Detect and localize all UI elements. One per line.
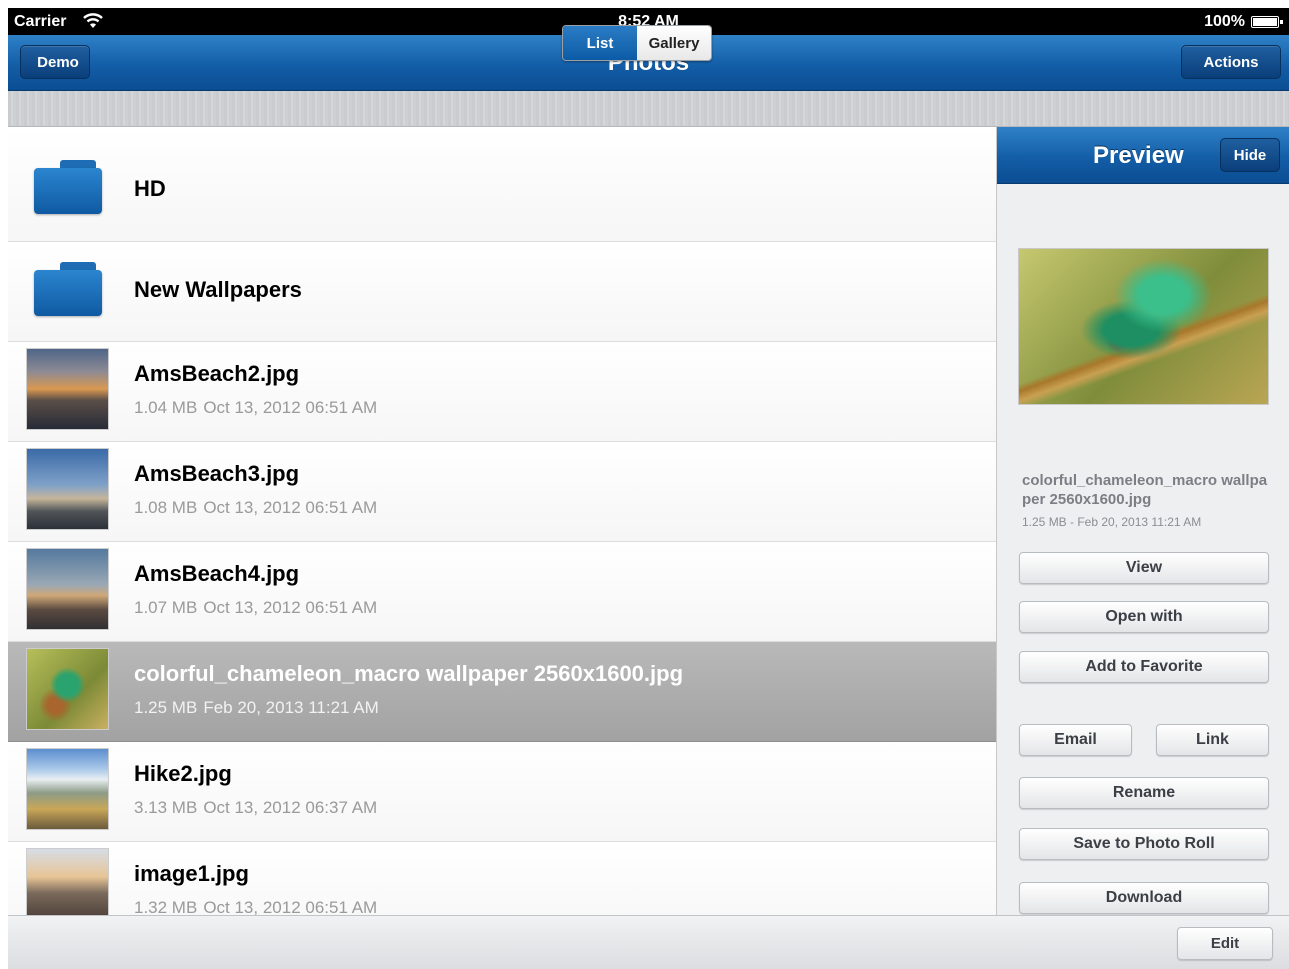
list-item-file-selected[interactable]: colorful_chameleon_macro wallpaper 2560x… (8, 642, 996, 742)
file-size: 1.25 MB (134, 698, 198, 717)
item-meta: 1.25 MB Feb 20, 2013 11:21 AM (134, 698, 379, 718)
preview-header: Preview Hide (997, 127, 1289, 184)
segment-gallery[interactable]: Gallery (637, 26, 711, 60)
list-item-folder-new-wallpapers[interactable]: New Wallpapers (8, 242, 996, 342)
preview-image[interactable] (1018, 248, 1269, 405)
file-size: 1.04 MB (134, 398, 198, 417)
list-item-file[interactable]: image1.jpg 1.32 MB Oct 13, 2012 06:51 AM (8, 842, 996, 915)
download-button[interactable]: Download (1019, 882, 1269, 914)
photo-thumbnail (26, 648, 109, 730)
file-date: Feb 20, 2013 11:21 AM (203, 698, 379, 717)
preview-file-meta: 1.25 MB - Feb 20, 2013 11:21 AM (1022, 515, 1202, 529)
item-meta: 3.13 MB Oct 13, 2012 06:37 AM (134, 798, 377, 818)
file-date: Oct 13, 2012 06:51 AM (203, 498, 378, 517)
file-size: 1.08 MB (134, 498, 198, 517)
bottom-toolbar: Edit (8, 915, 1289, 969)
file-size: 1.32 MB (134, 898, 198, 915)
item-title: AmsBeach3.jpg (134, 461, 300, 486)
item-meta: 1.08 MB Oct 13, 2012 06:51 AM (134, 498, 377, 518)
item-title: AmsBeach2.jpg (134, 361, 300, 386)
edit-button[interactable]: Edit (1177, 927, 1273, 960)
item-meta: 1.07 MB Oct 13, 2012 06:51 AM (134, 598, 377, 618)
actions-button[interactable]: Actions (1181, 45, 1281, 79)
item-title: AmsBeach4.jpg (134, 561, 300, 586)
open-with-button[interactable]: Open with (1019, 601, 1269, 633)
add-to-favorite-button[interactable]: Add to Favorite (1019, 651, 1269, 683)
photo-thumbnail (26, 848, 109, 915)
file-date: Oct 13, 2012 06:51 AM (203, 598, 378, 617)
folder-icon (32, 262, 102, 318)
item-title: image1.jpg (134, 861, 249, 886)
item-title: HD (134, 176, 166, 201)
file-size: 3.13 MB (134, 798, 198, 817)
list-item-file[interactable]: AmsBeach3.jpg 1.08 MB Oct 13, 2012 06:51 … (8, 442, 996, 542)
rename-button[interactable]: Rename (1019, 777, 1269, 809)
segment-list[interactable]: List (563, 26, 637, 60)
list-item-file[interactable]: AmsBeach2.jpg 1.04 MB Oct 13, 2012 06:51 … (8, 342, 996, 442)
file-list: HD New Wallpapers AmsBeach2.jpg 1.04 MB O… (8, 128, 996, 915)
view-mode-segmented-control: List Gallery (562, 25, 712, 61)
preview-panel: Preview Hide colorful_chameleon_macro wa… (996, 127, 1289, 915)
item-title: colorful_chameleon_macro wallpaper 2560x… (134, 661, 684, 686)
file-date: Oct 13, 2012 06:37 AM (203, 798, 378, 817)
battery-percentage: 100% (1204, 13, 1245, 30)
list-item-file[interactable]: AmsBeach4.jpg 1.07 MB Oct 13, 2012 06:51 … (8, 542, 996, 642)
item-meta: 1.04 MB Oct 13, 2012 06:51 AM (134, 398, 377, 418)
hide-preview-button[interactable]: Hide (1220, 138, 1280, 172)
list-item-file[interactable]: Hike2.jpg 3.13 MB Oct 13, 2012 06:37 AM (8, 742, 996, 842)
photo-thumbnail (26, 748, 109, 830)
list-item-folder-hd[interactable]: HD (8, 128, 996, 242)
folder-icon (32, 160, 102, 216)
view-button[interactable]: View (1019, 552, 1269, 584)
file-date: Oct 13, 2012 06:51 AM (203, 398, 378, 417)
file-date: Oct 13, 2012 06:51 AM (203, 898, 378, 915)
email-button[interactable]: Email (1019, 724, 1132, 756)
item-title: Hike2.jpg (134, 761, 232, 786)
preview-filename: colorful_chameleon_macro wallpaper 2560x… (1022, 472, 1268, 508)
battery-icon (1251, 16, 1283, 28)
preview-title: Preview (1093, 142, 1184, 169)
file-size: 1.07 MB (134, 598, 198, 617)
photo-thumbnail (26, 548, 109, 630)
item-title: New Wallpapers (134, 277, 302, 302)
view-toolbar (8, 91, 1289, 127)
photo-thumbnail (26, 348, 109, 430)
link-button[interactable]: Link (1156, 724, 1269, 756)
save-to-photo-roll-button[interactable]: Save to Photo Roll (1019, 828, 1269, 860)
photo-thumbnail (26, 448, 109, 530)
item-meta: 1.32 MB Oct 13, 2012 06:51 AM (134, 898, 377, 915)
ipad-screen: Carrier 8:52 AM 100% Demo Photos Actions… (8, 8, 1289, 969)
